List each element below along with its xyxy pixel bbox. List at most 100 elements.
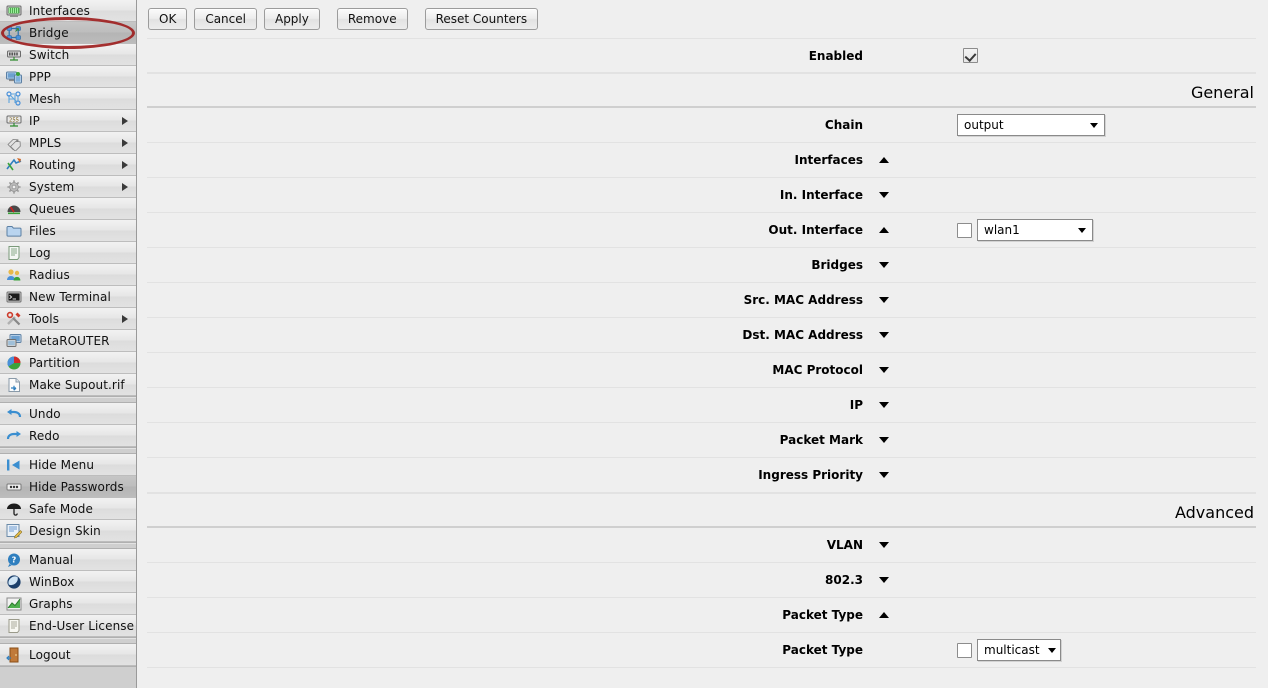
sidebar-item-label: Radius <box>29 267 70 282</box>
system-icon <box>6 179 22 195</box>
sidebar-item-logout[interactable]: Logout <box>0 644 136 666</box>
sidebar-item-bridge[interactable]: Bridge <box>0 22 136 44</box>
sidebar-item-radius[interactable]: Radius <box>0 264 136 286</box>
row-packet-type-group[interactable]: Packet Type <box>147 598 1256 633</box>
row-packet-mark[interactable]: Packet Mark <box>147 423 1256 458</box>
ok-button[interactable]: OK <box>148 8 188 30</box>
sidebar-group-view: Hide Menu Hide Passwords Safe Mode Desig… <box>0 454 136 543</box>
caret-down-icon <box>879 472 889 478</box>
sidebar-item-winbox[interactable]: WinBox <box>0 571 136 593</box>
ingress-priority-toggle[interactable] <box>871 472 897 478</box>
sidebar-item-make-supout[interactable]: Make Supout.rif <box>0 374 136 396</box>
caret-up-icon <box>879 157 889 163</box>
winbox-icon <box>6 574 22 590</box>
row-out-interface[interactable]: Out. Interface wlan1 <box>147 213 1256 248</box>
sidebar-item-interfaces[interactable]: Interfaces <box>0 0 136 22</box>
packet-type-select[interactable]: multicast <box>977 639 1061 661</box>
sidebar-item-end-user-license[interactable]: End-User License <box>0 615 136 637</box>
packet-mark-label: Packet Mark <box>779 433 863 447</box>
out-interface-label: Out. Interface <box>768 223 863 237</box>
row-interfaces[interactable]: Interfaces <box>147 143 1256 178</box>
sidebar-item-redo[interactable]: Redo <box>0 425 136 447</box>
sidebar-item-label: Interfaces <box>29 3 90 18</box>
switch-icon <box>6 47 22 63</box>
sidebar-item-label: End-User License <box>29 618 135 633</box>
metarouter-icon <box>6 333 22 349</box>
sidebar-item-log[interactable]: Log <box>0 242 136 264</box>
mac-protocol-toggle[interactable] <box>871 367 897 373</box>
sidebar-item-mpls[interactable]: MPLS <box>0 132 136 154</box>
sidebar-item-undo[interactable]: Undo <box>0 403 136 425</box>
out-interface-toggle[interactable] <box>871 227 897 233</box>
packet-type-field-label: Packet Type <box>782 643 863 657</box>
sidebar[interactable]: Interfaces Bridge Switch PPP Mesh 255 IP <box>0 0 137 688</box>
mpls-icon <box>6 135 22 151</box>
sidebar-item-graphs[interactable]: Graphs <box>0 593 136 615</box>
packet-type-negate-checkbox[interactable] <box>957 642 972 658</box>
sidebar-item-hide-menu[interactable]: Hide Menu <box>0 454 136 476</box>
chain-select[interactable]: output <box>957 114 1105 136</box>
caret-down-icon <box>879 332 889 338</box>
vlan-toggle[interactable] <box>871 542 897 548</box>
sidebar-item-label: Graphs <box>29 596 73 611</box>
interfaces-toggle[interactable] <box>871 157 897 163</box>
packet-mark-toggle[interactable] <box>871 437 897 443</box>
hide-passwords-icon <box>6 479 22 495</box>
row-in-interface[interactable]: In. Interface <box>147 178 1256 213</box>
caret-down-icon <box>879 577 889 583</box>
chevron-right-icon <box>122 116 128 125</box>
form-toolbar: OK Cancel Apply Remove Reset Counters <box>137 0 1268 38</box>
bridges-toggle[interactable] <box>871 262 897 268</box>
ip-toggle[interactable] <box>871 402 897 408</box>
row-802-3[interactable]: 802.3 <box>147 563 1256 598</box>
row-ip[interactable]: IP <box>147 388 1256 423</box>
dst-mac-address-toggle[interactable] <box>871 332 897 338</box>
row-vlan[interactable]: VLAN <box>147 528 1256 563</box>
sidebar-item-label: System <box>29 179 75 194</box>
sidebar-item-label: Queues <box>29 201 76 216</box>
enabled-checkbox[interactable] <box>963 48 978 63</box>
section-general-title: General <box>1190 83 1254 102</box>
sidebar-item-ppp[interactable]: PPP <box>0 66 136 88</box>
sidebar-item-mesh[interactable]: Mesh <box>0 88 136 110</box>
section-advanced-title: Advanced <box>1174 503 1254 522</box>
sidebar-item-design-skin[interactable]: Design Skin <box>0 520 136 542</box>
sidebar-item-label: PPP <box>29 69 52 84</box>
sidebar-item-new-terminal[interactable]: New Terminal <box>0 286 136 308</box>
in-interface-label: In. Interface <box>779 188 863 202</box>
remove-button[interactable]: Remove <box>336 8 408 30</box>
row-mac-protocol[interactable]: MAC Protocol <box>147 353 1256 388</box>
src-mac-address-toggle[interactable] <box>871 297 897 303</box>
enabled-label: Enabled <box>808 48 863 63</box>
winbox-webfig-window: Interfaces Bridge Switch PPP Mesh 255 IP <box>0 0 1268 688</box>
row-dst-mac-address[interactable]: Dst. MAC Address <box>147 318 1256 353</box>
routing-icon <box>6 157 22 173</box>
sidebar-item-system[interactable]: System <box>0 176 136 198</box>
row-ingress-priority[interactable]: Ingress Priority <box>147 458 1256 493</box>
reset-counters-button[interactable]: Reset Counters <box>424 8 539 30</box>
row-bridges[interactable]: Bridges <box>147 248 1256 283</box>
dot3-toggle[interactable] <box>871 577 897 583</box>
apply-button[interactable]: Apply <box>263 8 320 30</box>
ip-icon: 255 <box>6 113 22 129</box>
row-src-mac-address[interactable]: Src. MAC Address <box>147 283 1256 318</box>
sidebar-item-label: Manual <box>29 552 74 567</box>
sidebar-item-queues[interactable]: Queues <box>0 198 136 220</box>
sidebar-item-routing[interactable]: Routing <box>0 154 136 176</box>
sidebar-item-safe-mode[interactable]: Safe Mode <box>0 498 136 520</box>
in-interface-toggle[interactable] <box>871 192 897 198</box>
out-interface-select[interactable]: wlan1 <box>977 219 1093 241</box>
sidebar-item-switch[interactable]: Switch <box>0 44 136 66</box>
sidebar-item-ip[interactable]: 255 IP <box>0 110 136 132</box>
sidebar-item-partition[interactable]: Partition <box>0 352 136 374</box>
undo-icon <box>6 406 22 422</box>
sidebar-item-metarouter[interactable]: MetaROUTER <box>0 330 136 352</box>
packet-type-group-toggle[interactable] <box>871 612 897 618</box>
out-interface-negate-checkbox[interactable] <box>957 222 972 238</box>
sidebar-item-manual[interactable]: ? Manual <box>0 549 136 571</box>
sidebar-item-hide-passwords[interactable]: Hide Passwords <box>0 476 136 498</box>
license-icon <box>6 618 22 634</box>
sidebar-item-tools[interactable]: Tools <box>0 308 136 330</box>
sidebar-item-files[interactable]: Files <box>0 220 136 242</box>
cancel-button[interactable]: Cancel <box>194 8 257 30</box>
